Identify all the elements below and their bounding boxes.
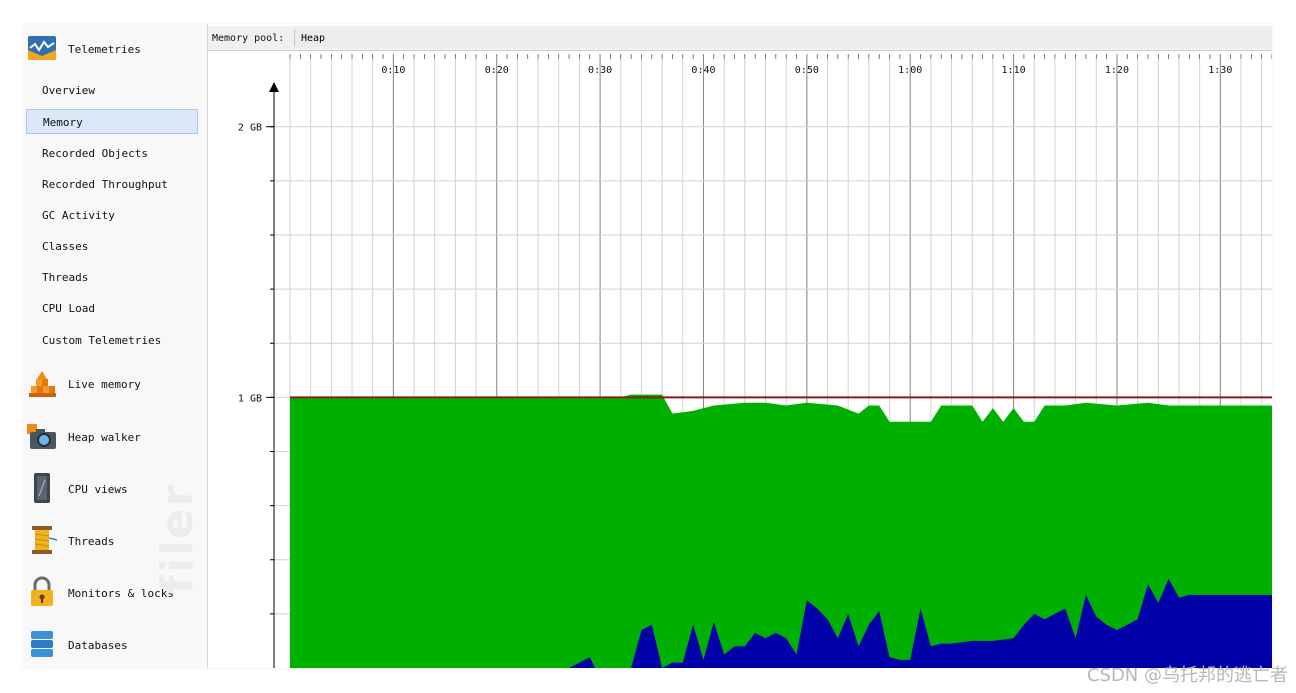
y-tick-label: 2 GB xyxy=(238,123,262,134)
sidebar-section-telemetries[interactable]: Telemetries xyxy=(24,28,207,68)
camera-icon xyxy=(27,424,56,449)
lock-icon xyxy=(31,576,53,606)
sidebar-item-cpu-load[interactable]: CPU Load xyxy=(26,296,198,321)
sidebar: Telemetries Overview Memory Recorded Obj… xyxy=(24,24,208,668)
sidebar-item-label: Memory xyxy=(43,116,83,129)
x-tick-label: 0:20 xyxy=(485,65,509,76)
sidebar-section-label: Live memory xyxy=(68,378,141,391)
y-axis-arrow-icon xyxy=(269,82,279,92)
sidebar-item-label: Custom Telemetries xyxy=(42,334,162,347)
sidebar-item-gc-activity[interactable]: GC Activity xyxy=(26,203,198,228)
sidebar-item-overview[interactable]: Overview xyxy=(26,78,198,103)
x-tick-label: 0:30 xyxy=(588,65,612,76)
memory-pool-value: Heap xyxy=(301,33,326,44)
sidebar-section-label: Databases xyxy=(68,639,128,652)
memory-telemetry-view: Memory pool: Heap 0:10 0:20 0:30 0:40 0:50 1:… xyxy=(208,24,1272,668)
sidebar-item-recorded-throughput[interactable]: Recorded Throughput xyxy=(26,172,198,197)
memory-pool-toolbar: Memory pool: Heap xyxy=(208,26,1272,51)
sidebar-section-label: CPU views xyxy=(68,483,128,496)
cpu-views-icon xyxy=(34,473,50,503)
memory-pool-selector[interactable]: Heap xyxy=(294,29,1272,47)
database-icon xyxy=(31,631,53,657)
sidebar-item-label: Threads xyxy=(42,271,89,284)
sidebar-item-classes[interactable]: Classes xyxy=(26,234,198,259)
sidebar-item-label: GC Activity xyxy=(42,209,115,222)
jprofiler-window: Telemetries Overview Memory Recorded Obj… xyxy=(24,24,1272,668)
sidebar-item-memory[interactable]: Memory xyxy=(26,109,198,134)
sidebar-item-label: Overview xyxy=(42,84,95,97)
sidebar-item-label: CPU Load xyxy=(42,302,95,315)
sidebar-section-label: Telemetries xyxy=(68,43,141,56)
sidebar-watermark: filer xyxy=(152,483,203,594)
memory-pool-label: Memory pool: xyxy=(212,33,285,44)
telemetries-icon xyxy=(28,36,56,60)
x-tick-label: 1:00 xyxy=(898,65,922,76)
live-memory-icon xyxy=(29,371,56,397)
sidebar-item-label: Classes xyxy=(42,240,89,253)
sidebar-item-custom-telemetries[interactable]: Custom Telemetries xyxy=(26,328,198,353)
sidebar-section-databases[interactable]: Databases xyxy=(24,624,207,664)
thread-spool-icon xyxy=(32,526,58,554)
sidebar-item-label: Recorded Objects xyxy=(42,147,148,160)
chart-areas xyxy=(290,394,1272,668)
memory-chart: 0:10 0:20 0:30 0:40 0:50 1:00 1:10 1:20 1:30 2 GB… xyxy=(238,54,1272,668)
x-tick-label: 0:10 xyxy=(381,65,405,76)
x-tick-label: 0:50 xyxy=(795,65,819,76)
sidebar-section-heap-walker[interactable]: Heap walker xyxy=(24,416,207,456)
sidebar-item-threads[interactable]: Threads xyxy=(26,265,198,290)
x-tick-label: 1:10 xyxy=(1002,65,1026,76)
sidebar-item-label: Recorded Throughput xyxy=(42,178,168,191)
y-tick-label: 1 GB xyxy=(238,393,262,404)
sidebar-item-recorded-objects[interactable]: Recorded Objects xyxy=(26,141,198,166)
x-tick-label: 1:20 xyxy=(1105,65,1129,76)
sidebar-section-label: Heap walker xyxy=(68,431,141,444)
sidebar-section-label: Threads xyxy=(68,535,115,548)
x-tick-label: 1:30 xyxy=(1208,65,1232,76)
sidebar-section-live-memory[interactable]: Live memory xyxy=(24,364,207,404)
x-tick-label: 0:40 xyxy=(691,65,715,76)
footer-watermark: CSDN @乌托邦的逃亡者 xyxy=(1086,665,1288,686)
